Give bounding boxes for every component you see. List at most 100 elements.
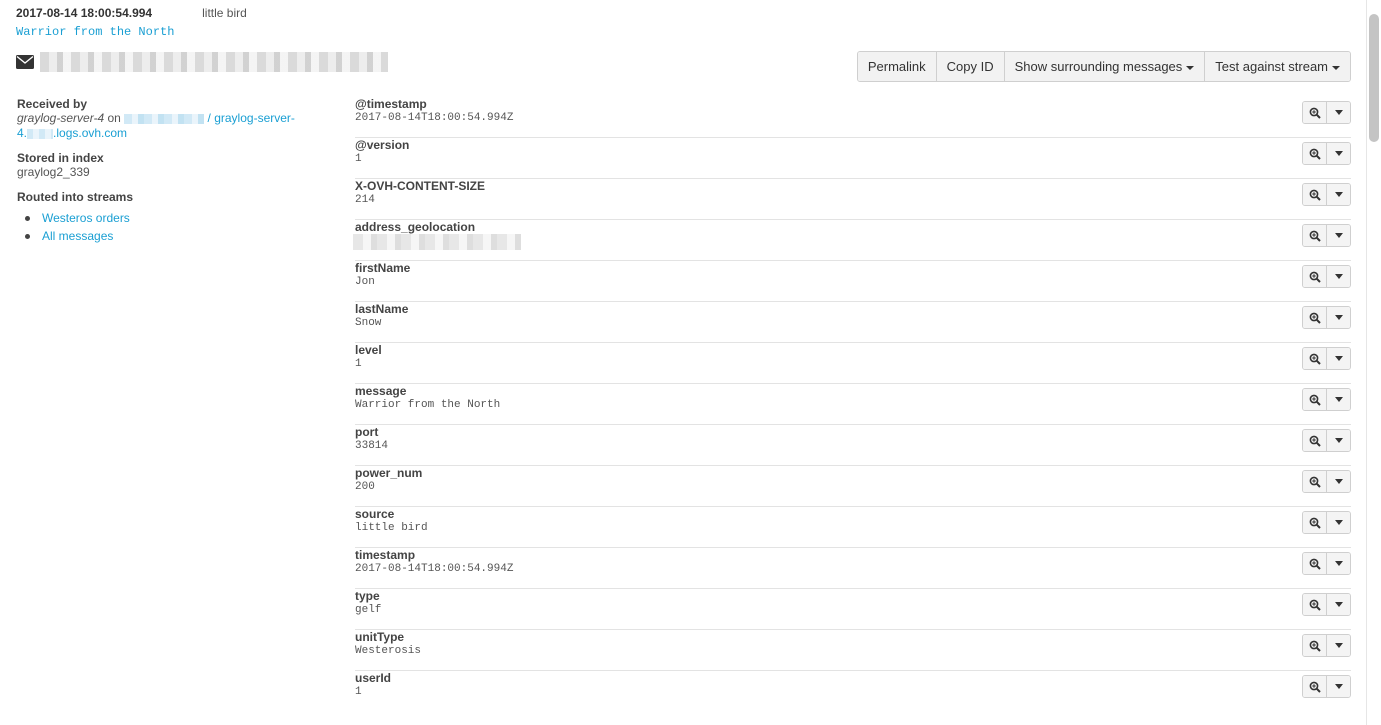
caret-down-icon[interactable] bbox=[1327, 471, 1350, 492]
field-actions bbox=[1302, 388, 1351, 411]
message-text-link[interactable]: Warrior from the North bbox=[16, 25, 174, 39]
page-scrollbar[interactable] bbox=[1366, 0, 1381, 725]
field-value: Westerosis bbox=[355, 645, 422, 657]
caret-down-icon[interactable] bbox=[1327, 307, 1350, 328]
routed-streams-label: Routed into streams bbox=[17, 190, 134, 204]
caret-down-icon[interactable] bbox=[1327, 389, 1350, 410]
permalink-button[interactable]: Permalink bbox=[857, 52, 937, 81]
field-row: type gelf bbox=[355, 589, 1351, 630]
caret-down-icon[interactable] bbox=[1327, 676, 1350, 697]
field-name: source bbox=[355, 507, 395, 521]
copy-id-button[interactable]: Copy ID bbox=[936, 52, 1005, 81]
field-row: @version 1 bbox=[355, 138, 1351, 179]
zoom-in-icon[interactable] bbox=[1303, 389, 1327, 410]
input-link[interactable] bbox=[124, 111, 205, 125]
field-row: @timestamp 2017-08-14T18:00:54.994Z bbox=[355, 97, 1351, 138]
zoom-in-icon[interactable] bbox=[1303, 184, 1327, 205]
field-name: address_geolocation bbox=[355, 220, 476, 234]
caret-down-icon bbox=[1186, 65, 1195, 70]
field-actions bbox=[1302, 511, 1351, 534]
zoom-in-icon[interactable] bbox=[1303, 143, 1327, 164]
field-name: lastName bbox=[355, 302, 409, 316]
test-against-stream-button[interactable]: Test against stream bbox=[1205, 52, 1350, 81]
field-row: userId 1 bbox=[355, 671, 1351, 712]
field-value: Jon bbox=[355, 276, 375, 288]
caret-down-icon[interactable] bbox=[1327, 143, 1350, 164]
field-name: timestamp bbox=[355, 548, 416, 562]
test-stream-label: Test against stream bbox=[1215, 59, 1328, 74]
field-name: port bbox=[355, 425, 379, 439]
caret-down-icon[interactable] bbox=[1327, 348, 1350, 369]
received-by-block: Received by graylog-server-4 on / graylo… bbox=[17, 97, 317, 141]
received-by-label: Received by bbox=[17, 97, 88, 111]
message-fields-list: @timestamp 2017-08-14T18:00:54.994Z @versi… bbox=[353, 97, 1351, 712]
field-actions bbox=[1302, 593, 1351, 616]
stream-item: Westeros orders bbox=[17, 209, 317, 227]
message-source: little bird bbox=[202, 6, 247, 20]
field-row: power_num 200 bbox=[355, 466, 1351, 507]
on-word: on bbox=[107, 111, 121, 125]
zoom-in-icon[interactable] bbox=[1303, 471, 1327, 492]
field-actions bbox=[1302, 634, 1351, 657]
field-value: 214 bbox=[355, 194, 375, 206]
caret-down-icon[interactable] bbox=[1327, 512, 1350, 533]
zoom-in-icon[interactable] bbox=[1303, 676, 1327, 697]
stored-index-block: Stored in index graylog2_339 bbox=[17, 151, 317, 180]
caret-down-icon[interactable] bbox=[1327, 225, 1350, 246]
field-value: Snow bbox=[355, 317, 382, 329]
field-value: 200 bbox=[355, 481, 375, 493]
field-actions bbox=[1302, 429, 1351, 452]
zoom-in-icon[interactable] bbox=[1303, 512, 1327, 533]
caret-down-icon[interactable] bbox=[1327, 184, 1350, 205]
caret-down-icon[interactable] bbox=[1327, 102, 1350, 123]
envelope-icon bbox=[16, 55, 34, 69]
zoom-in-icon[interactable] bbox=[1303, 102, 1327, 123]
field-actions bbox=[1302, 306, 1351, 329]
message-header: 2017-08-14 18:00:54.994 little bird bbox=[16, 6, 247, 20]
zoom-in-icon[interactable] bbox=[1303, 266, 1327, 287]
zoom-in-icon[interactable] bbox=[1303, 225, 1327, 246]
zoom-in-icon[interactable] bbox=[1303, 553, 1327, 574]
caret-down-icon[interactable] bbox=[1327, 594, 1350, 615]
field-row: X-OVH-CONTENT-SIZE 214 bbox=[355, 179, 1351, 220]
stream-link-westeros-orders[interactable]: Westeros orders bbox=[42, 211, 130, 225]
caret-down-icon[interactable] bbox=[1327, 266, 1350, 287]
field-row: level 1 bbox=[355, 343, 1351, 384]
zoom-in-icon[interactable] bbox=[1303, 348, 1327, 369]
field-name: X-OVH-CONTENT-SIZE bbox=[355, 179, 486, 193]
stored-index-value: graylog2_339 bbox=[17, 165, 90, 179]
field-actions bbox=[1302, 347, 1351, 370]
field-actions bbox=[1302, 470, 1351, 493]
scrollbar-thumb[interactable] bbox=[1369, 14, 1379, 142]
message-timestamp: 2017-08-14 18:00:54.994 bbox=[16, 6, 153, 20]
field-actions bbox=[1302, 265, 1351, 288]
field-value: Warrior from the North bbox=[355, 399, 501, 411]
field-row: source little bird bbox=[355, 507, 1351, 548]
caret-down-icon[interactable] bbox=[1327, 553, 1350, 574]
field-row: address_geolocation bbox=[355, 220, 1351, 261]
field-row: lastName Snow bbox=[355, 302, 1351, 343]
field-row: firstName Jon bbox=[355, 261, 1351, 302]
caret-down-icon[interactable] bbox=[1327, 430, 1350, 451]
field-actions bbox=[1302, 142, 1351, 165]
field-name: power_num bbox=[355, 466, 423, 480]
caret-down-icon[interactable] bbox=[1327, 635, 1350, 656]
message-actions-toolbar: Permalink Copy ID Show surrounding messa… bbox=[856, 51, 1351, 82]
field-row: message Warrior from the North bbox=[355, 384, 1351, 425]
message-detail-page: 2017-08-14 18:00:54.994 little bird Warr… bbox=[0, 0, 1381, 725]
field-row: unitType Westerosis bbox=[355, 630, 1351, 671]
stream-item: All messages bbox=[17, 227, 317, 245]
node-host-prefix: 4. bbox=[17, 126, 28, 140]
field-value: 2017-08-14T18:00:54.994Z bbox=[355, 563, 514, 575]
zoom-in-icon[interactable] bbox=[1303, 635, 1327, 656]
stream-link-all-messages[interactable]: All messages bbox=[42, 229, 113, 243]
field-actions bbox=[1302, 101, 1351, 124]
routed-streams-block: Routed into streams Westeros orders All … bbox=[17, 190, 317, 245]
field-value: gelf bbox=[355, 604, 382, 616]
show-surrounding-button[interactable]: Show surrounding messages bbox=[1004, 52, 1206, 81]
zoom-in-icon[interactable] bbox=[1303, 594, 1327, 615]
zoom-in-icon[interactable] bbox=[1303, 307, 1327, 328]
field-name: level bbox=[355, 343, 382, 357]
node-link-suffix: / graylog-server- bbox=[207, 111, 295, 125]
zoom-in-icon[interactable] bbox=[1303, 430, 1327, 451]
